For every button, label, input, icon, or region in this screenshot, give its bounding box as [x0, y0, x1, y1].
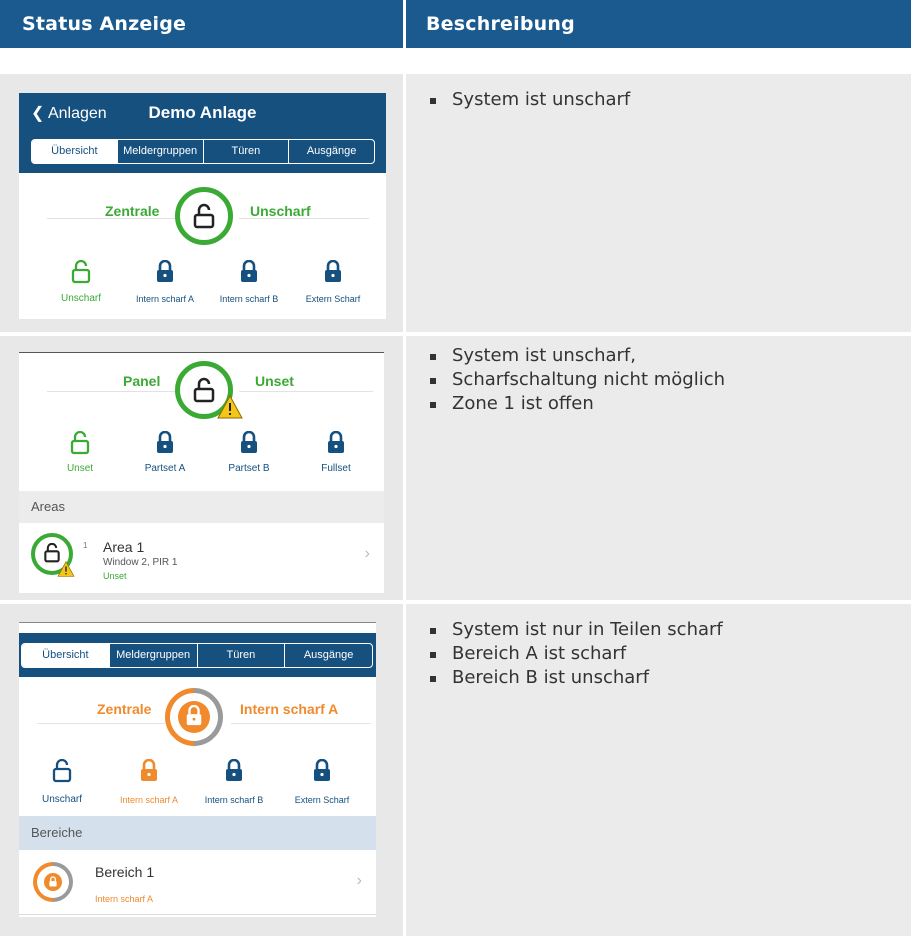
- lock-closed-icon[interactable]: [325, 431, 347, 455]
- mode-label: Intern scharf A: [135, 294, 195, 304]
- row-3-bullet-list: System ist nur in Teilen scharf Bereich …: [430, 618, 911, 690]
- lock-open-icon: [193, 203, 215, 229]
- status-right-label: Unset: [255, 373, 294, 389]
- lock-open-icon: [44, 543, 60, 563]
- bullet-item: System ist unscharf: [430, 88, 911, 112]
- divider: [231, 723, 371, 724]
- bullet-item: System ist nur in Teilen scharf: [430, 618, 911, 642]
- area-zones: Window 2, PIR 1: [103, 557, 178, 568]
- mode-label: Unset: [66, 463, 94, 474]
- section-header: Areas: [19, 491, 384, 523]
- tab-tueren[interactable]: Türen: [202, 140, 289, 163]
- lock-closed-icon: [186, 705, 202, 726]
- list-item-area[interactable]: Bereich 1 Intern scharf A ›: [19, 850, 376, 915]
- row-1-bullet-list: System ist unscharf: [430, 88, 911, 112]
- bullet-item: Scharfschaltung nicht möglich: [430, 368, 911, 392]
- mode-label: Fullset: [321, 463, 351, 474]
- mode-label: Extern Scharf: [305, 294, 361, 304]
- mode-label: Intern scharf B: [204, 795, 264, 805]
- mode-label: Intern scharf A: [119, 795, 179, 805]
- row-2-description-cell: System ist unscharf, Scharfschaltung nic…: [406, 336, 911, 600]
- list-item-area[interactable]: 1 Area 1 Window 2, PIR 1 Unset ›: [19, 523, 384, 593]
- lock-closed-icon[interactable]: [223, 759, 245, 783]
- status-left-label: Panel: [123, 373, 161, 389]
- tab-meldergruppen[interactable]: Meldergruppen: [108, 644, 197, 667]
- area-title: Area 1: [103, 539, 145, 555]
- bullet-item: Zone 1 ist offen: [430, 392, 911, 416]
- area-title: Bereich 1: [95, 864, 155, 880]
- tab-uebersicht[interactable]: Übersicht: [32, 140, 117, 163]
- status-right-label: Unscharf: [250, 203, 311, 219]
- lock-open-icon: [193, 377, 215, 403]
- mode-label: Partset B: [228, 463, 270, 474]
- lock-closed-icon: [49, 876, 57, 887]
- mode-label: Extern Scharf: [294, 795, 350, 805]
- bullet-item: Bereich B ist unscharf: [430, 666, 911, 690]
- lock-closed-icon[interactable]: [138, 759, 160, 783]
- divider: [37, 723, 165, 724]
- column-header-status: Status Anzeige: [0, 0, 403, 48]
- lock-open-icon[interactable]: [51, 759, 73, 783]
- segment-control: Übersicht Meldergruppen Türen Ausgänge: [21, 643, 373, 668]
- warning-icon: [217, 395, 243, 419]
- column-header-description: Beschreibung: [406, 0, 911, 48]
- section-header: Bereiche: [19, 816, 376, 850]
- mode-label: Partset A: [144, 463, 186, 474]
- mode-label: Unscharf: [41, 794, 82, 805]
- row-3-description-cell: System ist nur in Teilen scharf Bereich …: [406, 604, 911, 936]
- lock-closed-icon[interactable]: [238, 260, 260, 284]
- lock-closed-icon[interactable]: [154, 431, 176, 455]
- area-status: Unset: [103, 571, 127, 581]
- divider: [239, 391, 373, 392]
- tab-uebersicht[interactable]: Übersicht: [22, 644, 109, 667]
- bullet-item: System ist unscharf,: [430, 344, 911, 368]
- area-badge: 1: [83, 541, 88, 550]
- status-left-label: Zentrale: [97, 701, 152, 717]
- row-2-bullet-list: System ist unscharf, Scharfschaltung nic…: [430, 344, 911, 416]
- lock-closed-icon[interactable]: [311, 759, 333, 783]
- tab-tueren[interactable]: Türen: [196, 644, 285, 667]
- status-right-label: Intern scharf A: [240, 701, 339, 717]
- divider: [47, 391, 175, 392]
- status-left-label: Zentrale: [105, 203, 160, 219]
- lock-closed-icon[interactable]: [322, 260, 344, 284]
- chevron-right-icon: ›: [356, 872, 362, 889]
- screen-title: Demo Anlage: [148, 103, 257, 122]
- segment-control: Übersicht Meldergruppen Türen Ausgänge: [31, 139, 375, 164]
- mode-label: Intern scharf B: [219, 294, 279, 304]
- tab-ausgaenge[interactable]: Ausgänge: [288, 140, 374, 163]
- tab-ausgaenge[interactable]: Ausgänge: [284, 644, 372, 667]
- lock-closed-icon[interactable]: [154, 260, 176, 284]
- lock-open-icon[interactable]: [70, 260, 92, 284]
- area-status: Intern scharf A: [95, 894, 154, 904]
- row-1-screenshot: ❮ Anlagen Demo Anlage Übersicht Meldergr…: [19, 93, 386, 319]
- mode-label: Unscharf: [60, 293, 101, 304]
- chevron-right-icon: ›: [364, 545, 370, 562]
- warning-icon: [57, 561, 75, 577]
- navigation-bar: Übersicht Meldergruppen Türen Ausgänge: [19, 633, 376, 677]
- row-3-screenshot: Übersicht Meldergruppen Türen Ausgänge Z…: [19, 622, 376, 917]
- row-2-screenshot: Panel Unset Unset Partset A Partset B Fu…: [19, 352, 384, 593]
- lock-open-icon[interactable]: [69, 431, 91, 455]
- bullet-item: Bereich A ist scharf: [430, 642, 911, 666]
- navigation-bar: ❮ Anlagen Demo Anlage Übersicht Meldergr…: [19, 93, 386, 173]
- tab-meldergruppen[interactable]: Meldergruppen: [116, 140, 203, 163]
- lock-closed-icon[interactable]: [238, 431, 260, 455]
- row-1-description-cell: System ist unscharf: [406, 74, 911, 332]
